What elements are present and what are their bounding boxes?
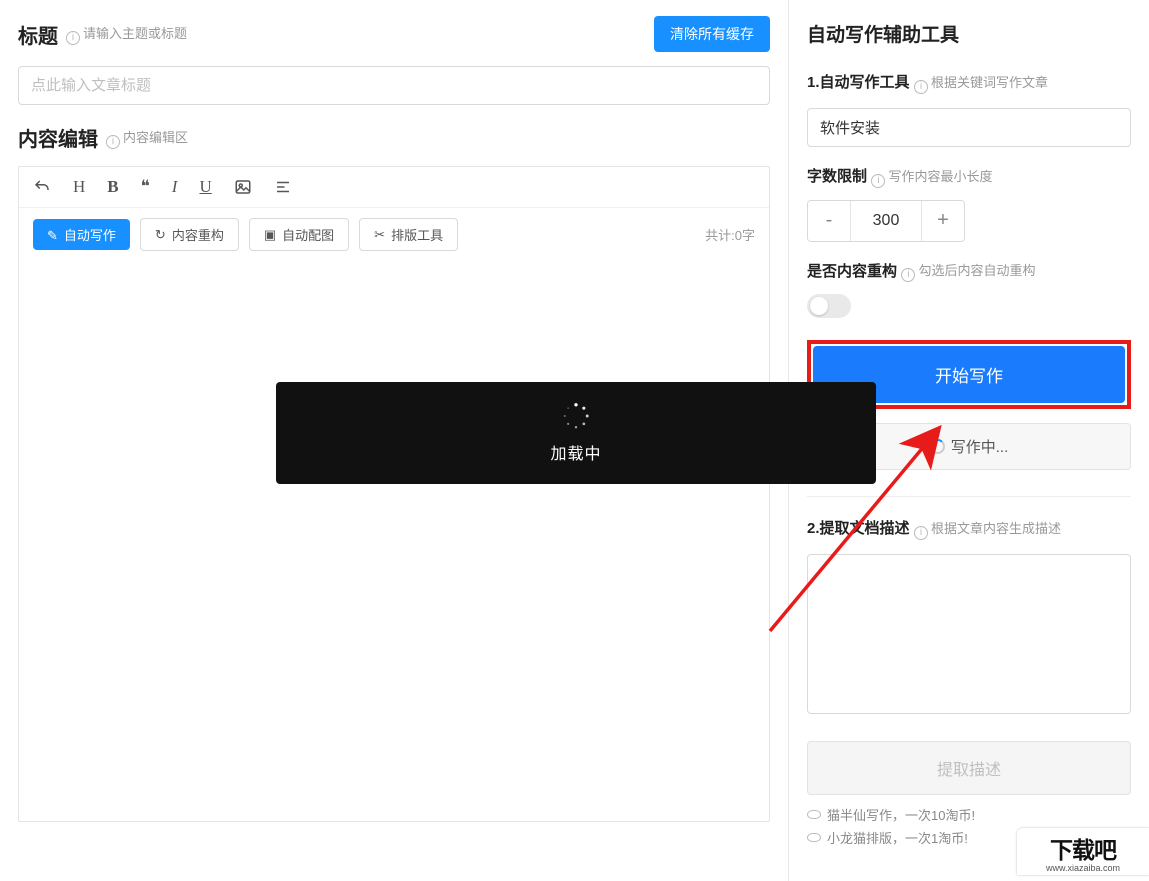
- editor-toolbar: H B ❝ I U: [19, 167, 769, 208]
- title-label: 标题: [18, 20, 58, 49]
- info-icon: i: [66, 31, 80, 45]
- image-icon: ▣: [264, 227, 276, 243]
- info-icon: i: [914, 526, 928, 540]
- coin-icon: [807, 833, 821, 842]
- image-icon[interactable]: [234, 178, 252, 196]
- sec1-hint: i根据关键词写作文章: [914, 75, 1048, 90]
- sec2-hint: i根据文章内容生成描述: [914, 521, 1061, 536]
- info-icon: i: [914, 80, 928, 94]
- editor-body[interactable]: [19, 261, 769, 821]
- restructure-button[interactable]: ↻内容重构: [140, 218, 239, 251]
- word-count: 共计:0字: [705, 225, 755, 244]
- stepper-minus-button[interactable]: -: [808, 201, 850, 241]
- content-edit-hint: i内容编辑区: [106, 127, 188, 149]
- info-icon: i: [901, 268, 915, 282]
- restructure-toggle[interactable]: [807, 294, 851, 318]
- loading-overlay: 加载中: [276, 382, 876, 484]
- watermark-logo: 下载吧 www.xiazaiba.com: [1017, 828, 1149, 875]
- quote-icon[interactable]: ❝: [141, 177, 150, 197]
- auto-write-button[interactable]: ✎自动写作: [33, 219, 130, 250]
- tool-icon: ✂: [374, 227, 385, 243]
- underline-icon[interactable]: U: [199, 177, 211, 197]
- auto-image-button[interactable]: ▣自动配图: [249, 218, 349, 251]
- title-input[interactable]: [18, 66, 770, 105]
- heading-icon[interactable]: H: [73, 177, 85, 197]
- content-edit-label: 内容编辑: [18, 123, 98, 152]
- loading-spinner-icon: [562, 402, 590, 430]
- layout-tool-button[interactable]: ✂排版工具: [359, 218, 458, 251]
- description-textarea[interactable]: [807, 554, 1131, 714]
- sec2-label: 2.提取文档描述: [807, 520, 910, 537]
- spinner-icon: [930, 439, 945, 454]
- restructure-toggle-label: 是否内容重构: [807, 263, 897, 280]
- info-icon: i: [106, 135, 120, 149]
- stepper-input[interactable]: [850, 201, 922, 241]
- restructure-toggle-hint: i勾选后内容自动重构: [901, 263, 1035, 278]
- title-hint: i请输入主题或标题: [66, 23, 187, 45]
- wordlimit-label: 字数限制: [807, 168, 867, 185]
- info-icon: i: [871, 174, 885, 188]
- loading-text: 加载中: [550, 440, 601, 464]
- clear-cache-button[interactable]: 清除所有缓存: [654, 16, 770, 52]
- align-icon[interactable]: [274, 178, 292, 196]
- refresh-icon: ↻: [155, 227, 166, 243]
- price-line-1: 猫半仙写作，一次10淘币!: [807, 805, 1131, 824]
- pencil-icon: ✎: [47, 228, 58, 243]
- sec1-label: 1.自动写作工具: [807, 74, 910, 91]
- wordlimit-hint: i写作内容最小长度: [871, 169, 992, 184]
- stepper-plus-button[interactable]: +: [922, 201, 964, 241]
- quantity-stepper: - +: [807, 200, 965, 242]
- extract-button[interactable]: 提取描述: [807, 741, 1131, 795]
- keyword-input[interactable]: [807, 108, 1131, 147]
- coin-icon: [807, 810, 821, 819]
- bold-icon[interactable]: B: [107, 177, 118, 197]
- italic-icon[interactable]: I: [172, 177, 178, 197]
- undo-icon[interactable]: [33, 178, 51, 196]
- sidebar-title: 自动写作辅助工具: [807, 20, 1131, 47]
